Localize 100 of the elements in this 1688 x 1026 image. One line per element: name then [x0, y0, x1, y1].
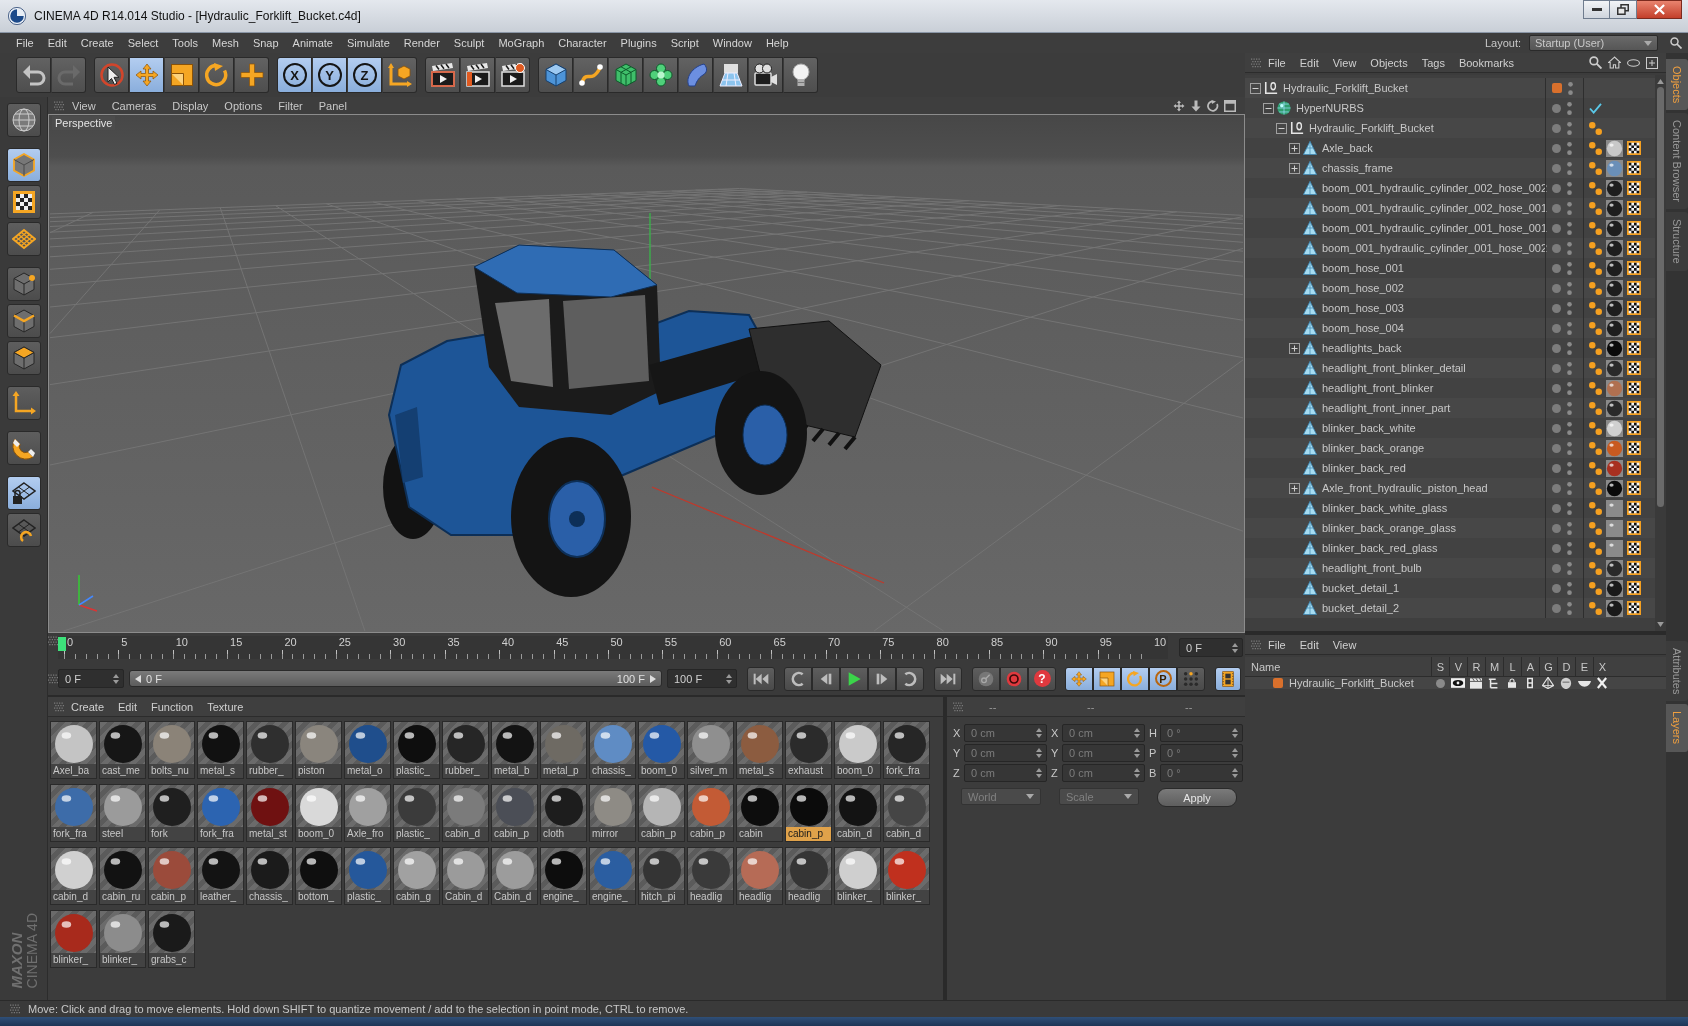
visibility-dots-icon[interactable] [1567, 581, 1572, 595]
two-dots-icon[interactable] [1589, 421, 1602, 435]
material-tile[interactable]: headlig [736, 847, 783, 905]
spline-button[interactable] [573, 57, 608, 93]
visibility-dots-icon[interactable] [1567, 481, 1572, 495]
material-tile[interactable]: cabin_p [638, 784, 685, 842]
visibility-dots-icon[interactable] [1567, 381, 1572, 395]
points-mode-button[interactable] [6, 267, 41, 301]
visibility-dots-icon[interactable] [1567, 321, 1572, 335]
material-tile[interactable]: mirror [589, 784, 636, 842]
floor-button[interactable] [713, 57, 748, 93]
layer-dot-icon[interactable] [1552, 183, 1561, 193]
layer-dot-icon[interactable] [1552, 283, 1561, 293]
material-tile[interactable]: fork_fra [197, 784, 244, 842]
layer-dot-icon[interactable] [1552, 603, 1561, 613]
go-to-start-button[interactable] [747, 666, 775, 691]
material-tile[interactable]: fork [148, 784, 195, 842]
minimize-button[interactable] [1583, 0, 1610, 19]
material-tile[interactable]: exhaust [785, 721, 832, 779]
collapse-icon[interactable] [1250, 82, 1261, 94]
visibility-dots-icon[interactable] [1567, 301, 1572, 315]
key-parameter-button[interactable]: P [1149, 666, 1177, 691]
checker-icon[interactable] [1627, 361, 1641, 375]
axis-lock-button[interactable]: Z [347, 57, 382, 93]
scrollbar-thumb[interactable] [1657, 87, 1664, 507]
checker-icon[interactable] [1627, 301, 1641, 315]
checker-icon[interactable] [1627, 541, 1641, 555]
home-icon[interactable] [1608, 56, 1621, 69]
menu-item[interactable]: Edit [111, 700, 144, 713]
two-dots-icon[interactable] [1589, 381, 1602, 395]
two-dots-icon[interactable] [1589, 541, 1602, 555]
checker-icon[interactable] [1627, 281, 1641, 295]
help-button[interactable]: ? [1028, 666, 1056, 691]
material-tile[interactable]: Cabin_d [442, 847, 489, 905]
two-dots-icon[interactable] [1589, 441, 1602, 455]
menu-item[interactable]: Edit [1292, 56, 1326, 69]
material-ball-icon[interactable] [1606, 299, 1623, 317]
layer-dot-icon[interactable] [1552, 483, 1561, 493]
layer-dot-icon[interactable] [1552, 143, 1561, 153]
record-button[interactable] [1000, 666, 1028, 691]
layer-dot-icon[interactable] [1552, 223, 1561, 233]
workplane-mode-button[interactable] [6, 222, 41, 256]
side-tab[interactable]: Structure [1666, 212, 1688, 271]
layer-color-swatch[interactable] [1273, 678, 1283, 688]
material-ball-icon[interactable] [1606, 479, 1623, 497]
material-ball-icon[interactable] [1606, 179, 1623, 197]
material-tile[interactable]: bolts_nu [148, 721, 195, 779]
material-tile[interactable]: plastic_ [393, 721, 440, 779]
material-ball-icon[interactable] [1606, 439, 1623, 457]
menu-item[interactable]: Window [705, 35, 759, 51]
timeline-toggle-button[interactable] [1215, 666, 1241, 691]
two-dots-icon[interactable] [1589, 501, 1602, 515]
material-tile[interactable]: cabin_d [834, 784, 881, 842]
checker-icon[interactable] [1627, 381, 1641, 395]
checker-icon[interactable] [1627, 401, 1641, 415]
cloner-button[interactable] [643, 57, 678, 93]
material-ball-icon[interactable] [1606, 159, 1623, 177]
object-row[interactable]: headlight_front_bulb [1245, 558, 1655, 578]
blob-icon[interactable] [1560, 677, 1572, 689]
two-dots-icon[interactable] [1589, 321, 1602, 335]
collapse-icon[interactable] [1263, 102, 1274, 114]
material-tile[interactable]: rubber_ [246, 721, 293, 779]
model-mode-button[interactable] [6, 148, 41, 182]
expand-icon[interactable] [1289, 162, 1300, 174]
checker-icon[interactable] [1627, 441, 1641, 455]
object-row[interactable]: blinker_back_orange_glass [1245, 518, 1655, 538]
material-tile[interactable]: plastic_ [393, 784, 440, 842]
visibility-dots-icon[interactable] [1567, 241, 1572, 255]
two-dots-icon[interactable] [1589, 481, 1602, 495]
layer-color-swatch[interactable] [1552, 83, 1562, 93]
expand-icon[interactable] [1289, 482, 1300, 494]
material-tile[interactable]: cabin_d [883, 784, 930, 842]
menu-item[interactable]: Render [396, 35, 447, 51]
key-scale-button[interactable] [1093, 666, 1121, 691]
visibility-dots-icon[interactable] [1567, 101, 1572, 115]
material-tile[interactable]: cabin [736, 784, 783, 842]
visibility-dots-icon[interactable] [1567, 201, 1572, 215]
layer-dot-icon[interactable] [1552, 243, 1561, 253]
checker-icon[interactable] [1627, 461, 1641, 475]
maximize-button[interactable] [1610, 0, 1637, 19]
left-triangle-icon[interactable] [135, 674, 141, 683]
menu-item[interactable]: Options [216, 99, 271, 112]
menu-item[interactable]: Character [551, 35, 614, 51]
four-arrows-icon[interactable] [1173, 99, 1185, 112]
menu-item[interactable]: Display [164, 99, 217, 112]
object-row[interactable]: Axle_front_hydraulic_piston_head [1245, 478, 1655, 498]
two-dots-icon[interactable] [1589, 521, 1602, 535]
key-rotation-button[interactable] [1121, 666, 1149, 691]
checker-icon[interactable] [1627, 581, 1641, 595]
spinner-arrows-icon[interactable] [113, 673, 119, 684]
object-row[interactable]: Hydraulic_Forklift_Bucket [1245, 78, 1655, 98]
material-tile[interactable]: cabin_p [785, 784, 832, 842]
menu-item[interactable]: Tools [165, 35, 205, 51]
material-tile[interactable]: steel [99, 784, 146, 842]
up-arrow-icon[interactable] [1657, 79, 1664, 84]
material-ball-icon[interactable] [1606, 279, 1623, 297]
material-tile[interactable]: leather_ [197, 847, 244, 905]
material-tile[interactable]: bottom_ [295, 847, 342, 905]
menu-item[interactable]: View [64, 99, 104, 112]
material-ball-icon[interactable] [1606, 259, 1623, 277]
